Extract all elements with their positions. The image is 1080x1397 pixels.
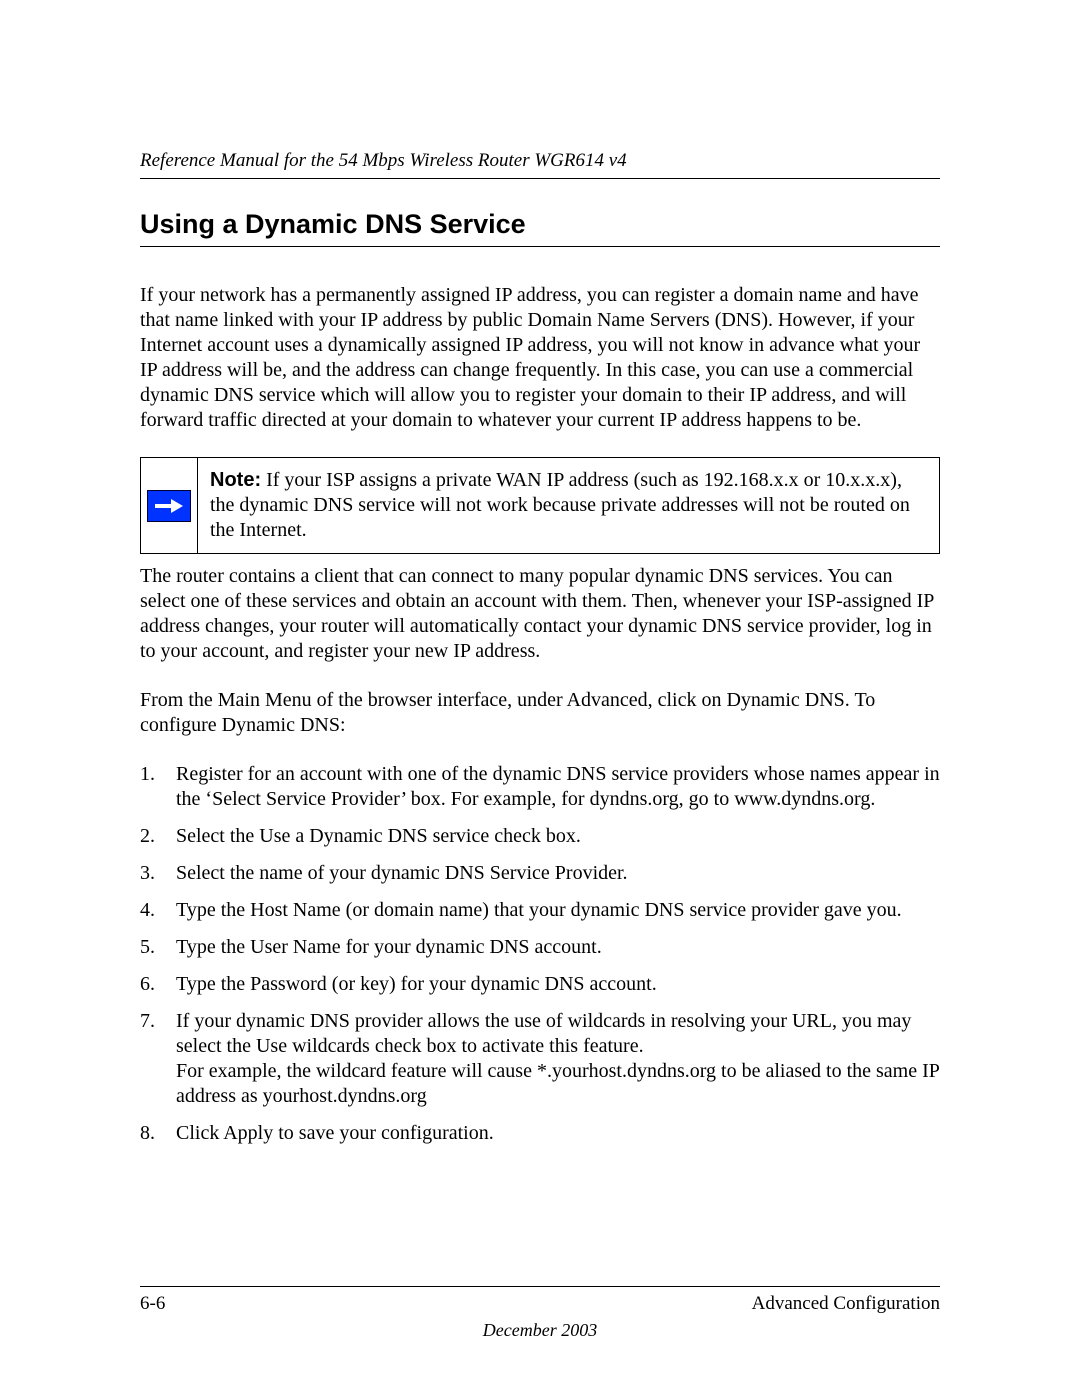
document-page: Reference Manual for the 54 Mbps Wireles… <box>0 0 1080 1397</box>
list-item: Type the User Name for your dynamic DNS … <box>140 935 940 960</box>
footer-rule <box>140 1286 940 1287</box>
footer-section-name: Advanced Configuration <box>752 1293 940 1315</box>
steps-lead-in: From the Main Menu of the browser interf… <box>140 688 940 738</box>
list-item: Type the Host Name (or domain name) that… <box>140 898 940 923</box>
note-text: Note: If your ISP assigns a private WAN … <box>198 458 939 553</box>
intro-paragraph: If your network has a permanently assign… <box>140 283 940 433</box>
note-callout: Note: If your ISP assigns a private WAN … <box>140 457 940 554</box>
list-item: Type the Password (or key) for your dyna… <box>140 972 940 997</box>
list-item: Select the Use a Dynamic DNS service che… <box>140 824 940 849</box>
section-heading: Using a Dynamic DNS Service <box>140 209 940 247</box>
list-item: Register for an account with one of the … <box>140 762 940 812</box>
arrow-note-icon <box>147 490 191 522</box>
note-icon-cell <box>141 458 197 553</box>
note-label: Note: <box>210 469 261 491</box>
list-item: Select the name of your dynamic DNS Serv… <box>140 861 940 886</box>
steps-list: Register for an account with one of the … <box>140 762 940 1146</box>
footer-date: December 2003 <box>0 1320 1080 1341</box>
list-item: If your dynamic DNS provider allows the … <box>140 1009 940 1109</box>
running-header: Reference Manual for the 54 Mbps Wireles… <box>140 150 940 179</box>
page-number: 6-6 <box>140 1293 165 1315</box>
list-item: Click Apply to save your configuration. <box>140 1121 940 1146</box>
note-body: If your ISP assigns a private WAN IP add… <box>210 469 910 541</box>
after-note-paragraph: The router contains a client that can co… <box>140 564 940 664</box>
footer-row: 6-6 Advanced Configuration <box>140 1293 940 1315</box>
